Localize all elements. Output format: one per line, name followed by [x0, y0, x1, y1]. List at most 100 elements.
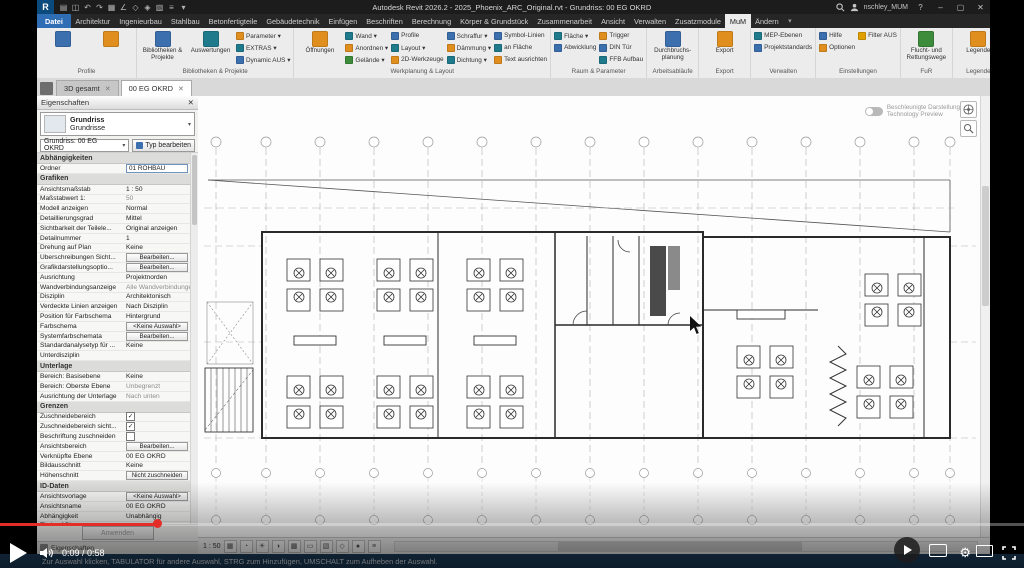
video-miniplayer-button[interactable]	[894, 537, 920, 563]
ribbon-button[interactable]: Profile	[391, 30, 444, 41]
ribbon-button[interactable]: Symbol-Linien	[494, 30, 547, 41]
detail-level-icon[interactable]: ▦	[223, 539, 237, 553]
property-value[interactable]: Keine	[126, 373, 190, 380]
open-icon[interactable]: ▤	[59, 3, 68, 12]
ribbon-button[interactable]: Text ausrichten	[494, 54, 547, 65]
property-group-header[interactable]: Unterlage	[37, 361, 190, 373]
default-3d-view-icon[interactable]: ◈	[143, 3, 152, 12]
ribbon-button[interactable]: Dynamic AUS ▾	[236, 54, 290, 65]
ribbon-tab-ändern[interactable]: Ändern	[751, 14, 784, 28]
ribbon-button[interactable]: Parameter ▾	[236, 30, 290, 41]
property-value[interactable]: Hintergrund	[126, 313, 190, 320]
ribbon-button[interactable]	[88, 30, 133, 48]
ribbon-tab-gebäudetechnik[interactable]: Gebäudetechnik	[262, 14, 324, 28]
property-value[interactable]: Original anzeigen	[126, 225, 190, 232]
property-value[interactable]: Bearbeiten...	[126, 253, 188, 263]
accelerated-display-toggle[interactable]: Beschleunigte Darstellung Technology Pre…	[864, 104, 960, 118]
constraints-icon[interactable]: ≡	[367, 539, 381, 553]
property-group-header[interactable]: ID-Daten	[37, 481, 190, 493]
ribbon-button[interactable]: DIN Tür	[599, 42, 643, 53]
ribbon-button[interactable]: Optionen	[819, 42, 855, 53]
volume-icon[interactable]	[40, 547, 54, 559]
property-value[interactable]: Projektnorden	[126, 274, 190, 281]
ribbon-button[interactable]: Auswertungen	[188, 30, 233, 55]
property-value[interactable]: Mittel	[126, 215, 190, 222]
ribbon-button[interactable]: Dämmung ▾	[446, 42, 491, 53]
drawing-area[interactable]: Beschleunigte Darstellung Technology Pre…	[198, 96, 990, 538]
close-palette-icon[interactable]: ✕	[188, 98, 194, 107]
close-button[interactable]: ✕	[973, 0, 988, 14]
property-value[interactable]: <Keine Auswahl>	[126, 321, 188, 331]
ribbon-button[interactable]: 2D-Werkzeuge	[391, 54, 444, 65]
ribbon-button[interactable]: an Fläche	[494, 42, 547, 53]
property-value[interactable]: 01 ROHBAU	[126, 163, 188, 173]
shadows-icon[interactable]: ◑	[271, 539, 285, 553]
ribbon-button[interactable]: MEP-Ebenen	[754, 30, 812, 41]
toggle-switch-icon[interactable]	[864, 106, 883, 116]
property-value[interactable]: Keine	[126, 342, 190, 349]
property-value[interactable]: Architektonisch	[126, 293, 190, 300]
captions-button[interactable]	[929, 544, 947, 557]
show-crop-region-icon[interactable]: ▧	[319, 539, 333, 553]
ribbon-tab-betonfertigteile[interactable]: Betonfertigteile	[204, 14, 262, 28]
save-icon[interactable]: ◫	[71, 3, 80, 12]
ribbon-tab-datei[interactable]: Datei	[37, 14, 71, 28]
ribbon-button[interactable]: Layout ▾	[391, 42, 444, 53]
property-value[interactable]: 00 EG OKRD	[126, 503, 190, 510]
type-selector[interactable]: Grundriss Grundrisse ▾	[40, 112, 195, 136]
horizontal-scrollbar[interactable]	[393, 540, 978, 552]
ribbon-button[interactable]	[40, 30, 85, 48]
ribbon-tab-mum[interactable]: MuM	[725, 14, 751, 28]
ribbon-tab-ansicht[interactable]: Ansicht	[597, 14, 630, 28]
property-value[interactable]: 00 EG OKRD	[126, 453, 190, 460]
ribbon-button[interactable]: Projektstandards	[754, 42, 812, 53]
property-value[interactable]: <Keine Auswahl>	[126, 492, 188, 502]
ribbon-button[interactable]: Anordnen ▾	[345, 42, 388, 53]
ribbon-button[interactable]: Export	[702, 30, 747, 55]
vertical-scrollbar[interactable]	[980, 96, 990, 538]
ribbon-tab-berechnung[interactable]: Berechnung	[407, 14, 455, 28]
ribbon-button[interactable]: Durchbruchs-planung	[650, 30, 695, 61]
ribbon-button[interactable]: FFB Aufbau	[599, 54, 643, 65]
property-group-header[interactable]: Abhängigkeiten	[37, 153, 190, 164]
property-group-header[interactable]: Grenzen	[37, 401, 190, 413]
ribbon-tab-architektur[interactable]: Architektur	[71, 14, 115, 28]
ribbon-button[interactable]: Flucht- und Rettungswege	[904, 30, 949, 61]
view-scale[interactable]: 1 : 50	[203, 543, 221, 550]
ribbon-tab-verwalten[interactable]: Verwalten	[630, 14, 671, 28]
element-filter-combo[interactable]: Grundriss: 00 EG OKRD ▾	[40, 138, 130, 152]
ribbon-tab-körper-grundstück[interactable]: Körper & Grundstück	[456, 14, 533, 28]
ribbon-button[interactable]: EXTRAS ▾	[236, 42, 290, 53]
ribbon-tab-ingenieurbau[interactable]: Ingenieurbau	[115, 14, 167, 28]
view-tab-00-eg-okrd[interactable]: 00 EG OKRD ✕	[120, 80, 192, 96]
ribbon-tab-zusatzmodule[interactable]: Zusatzmodule	[671, 14, 726, 28]
measure-icon[interactable]: ∠	[119, 3, 128, 12]
help-icon[interactable]: ?	[913, 0, 928, 14]
ribbon-button[interactable]: Abwicklung	[554, 42, 596, 53]
undo-icon[interactable]: ↶	[83, 3, 92, 12]
view-tab-3d-gesamt[interactable]: 3D gesamt ✕	[56, 80, 119, 96]
ribbon-tab-beschriften[interactable]: Beschriften	[362, 14, 408, 28]
ribbon-tab-zusammenarbeit[interactable]: Zusammenarbeit	[533, 14, 597, 28]
ribbon-button[interactable]: Gelände ▾	[345, 54, 388, 65]
close-tab-icon[interactable]: ✕	[178, 85, 184, 93]
steering-wheel-icon[interactable]	[960, 101, 977, 118]
property-value[interactable]: Bearbeiten...	[126, 263, 188, 273]
ribbon-tab-stahlbau[interactable]: Stahlbau	[166, 14, 204, 28]
zoom-tool-icon[interactable]	[960, 120, 977, 137]
ribbon-button[interactable]: Trigger	[599, 30, 643, 41]
maximize-button[interactable]: ▢	[953, 0, 968, 14]
fullscreen-button[interactable]	[1002, 546, 1016, 560]
signed-in-user[interactable]: nschley_MUM	[864, 4, 908, 11]
video-play-button[interactable]	[10, 543, 27, 563]
section-icon[interactable]: ▧	[155, 3, 164, 12]
app-menu-button[interactable]: R	[37, 0, 54, 14]
property-value[interactable]: 1	[126, 235, 190, 242]
theater-mode-button[interactable]	[976, 545, 993, 557]
properties-scrollbar[interactable]	[190, 153, 198, 524]
ribbon-tab-einfügen[interactable]: Einfügen	[324, 14, 362, 28]
ribbon-button[interactable]: Hilfe	[819, 30, 855, 41]
video-progress-dot[interactable]	[152, 519, 162, 528]
sun-path-icon[interactable]: ☀	[255, 539, 269, 553]
property-value[interactable]: 1 : 50	[126, 186, 190, 193]
